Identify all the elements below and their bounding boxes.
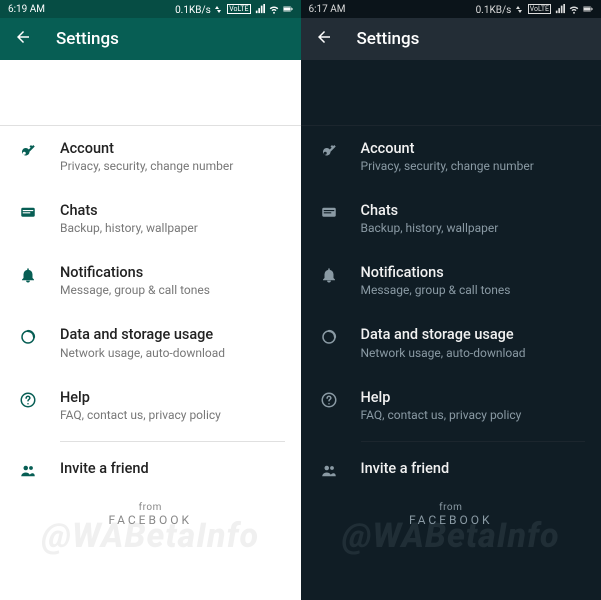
volte-label: VoLTE — [528, 4, 551, 14]
data-icon — [319, 326, 339, 346]
volte-label: VoLTE — [227, 4, 250, 14]
wifi-icon — [569, 4, 579, 14]
footer-brand: FACEBOOK — [301, 513, 601, 527]
app-bar: Settings — [0, 18, 301, 60]
updown-icon — [514, 3, 524, 13]
key-icon — [18, 140, 38, 160]
status-net: 0.1KB/s — [175, 3, 223, 16]
settings-notifications[interactable]: Notifications Message, group & call tone… — [301, 250, 601, 312]
profile-area[interactable] — [301, 60, 601, 125]
back-button[interactable] — [315, 28, 333, 50]
help-icon — [18, 389, 38, 409]
status-right: 0.1KB/s VoLTE — [476, 3, 593, 16]
settings-account[interactable]: Account Privacy, security, change number — [301, 126, 601, 188]
battery-icon — [283, 4, 293, 14]
settings-data[interactable]: Data and storage usage Network usage, au… — [0, 312, 301, 374]
status-right: 0.1KB/s VoLTE — [175, 3, 292, 16]
settings-chats[interactable]: Chats Backup, history, wallpaper — [0, 188, 301, 250]
page-title: Settings — [56, 29, 119, 49]
footer-from: from — [301, 502, 601, 513]
signal-icon — [555, 4, 565, 14]
help-icon — [319, 389, 339, 409]
chat-icon — [319, 202, 339, 222]
footer-brand: FACEBOOK — [0, 513, 301, 527]
battery-icon — [583, 4, 593, 14]
settings-help[interactable]: Help FAQ, contact us, privacy policy — [0, 375, 301, 437]
status-bar: 6:17 AM 0.1KB/s VoLTE — [301, 0, 601, 18]
updown-icon — [213, 3, 223, 13]
phone-dark: 6:17 AM 0.1KB/s VoLTE Settings Account P… — [301, 0, 601, 600]
key-icon — [319, 140, 339, 160]
settings-invite[interactable]: Invite a friend — [0, 446, 301, 494]
status-time: 6:17 AM — [309, 4, 346, 15]
settings-notifications[interactable]: Notifications Message, group & call tone… — [0, 250, 301, 312]
divider — [60, 441, 285, 442]
back-icon — [315, 28, 333, 46]
bell-icon — [319, 264, 339, 284]
data-icon — [18, 326, 38, 346]
settings-help[interactable]: Help FAQ, contact us, privacy policy — [301, 375, 601, 437]
footer: from FACEBOOK — [0, 494, 301, 531]
settings-chats[interactable]: Chats Backup, history, wallpaper — [301, 188, 601, 250]
item-subtitle: Privacy, security, change number — [60, 159, 285, 174]
status-bar: 6:19 AM 0.1KB/s VoLTE — [0, 0, 301, 18]
chat-icon — [18, 202, 38, 222]
phone-light: 6:19 AM 0.1KB/s VoLTE Settings Account P… — [0, 0, 301, 600]
status-time: 6:19 AM — [8, 4, 45, 15]
wifi-icon — [269, 4, 279, 14]
settings-account[interactable]: Account Privacy, security, change number — [0, 126, 301, 188]
footer: from FACEBOOK — [301, 494, 601, 531]
profile-area[interactable] — [0, 60, 301, 125]
settings-invite[interactable]: Invite a friend — [301, 446, 601, 494]
bell-icon — [18, 264, 38, 284]
settings-data[interactable]: Data and storage usage Network usage, au… — [301, 312, 601, 374]
people-icon — [319, 460, 339, 480]
item-texts: Account Privacy, security, change number — [60, 140, 285, 174]
item-label: Account — [60, 140, 285, 158]
signal-icon — [255, 4, 265, 14]
page-title: Settings — [357, 29, 420, 49]
people-icon — [18, 460, 38, 480]
back-icon — [14, 28, 32, 46]
footer-from: from — [0, 502, 301, 513]
divider — [361, 441, 586, 442]
app-bar: Settings — [301, 18, 601, 60]
status-net: 0.1KB/s — [476, 3, 524, 16]
back-button[interactable] — [14, 28, 32, 50]
